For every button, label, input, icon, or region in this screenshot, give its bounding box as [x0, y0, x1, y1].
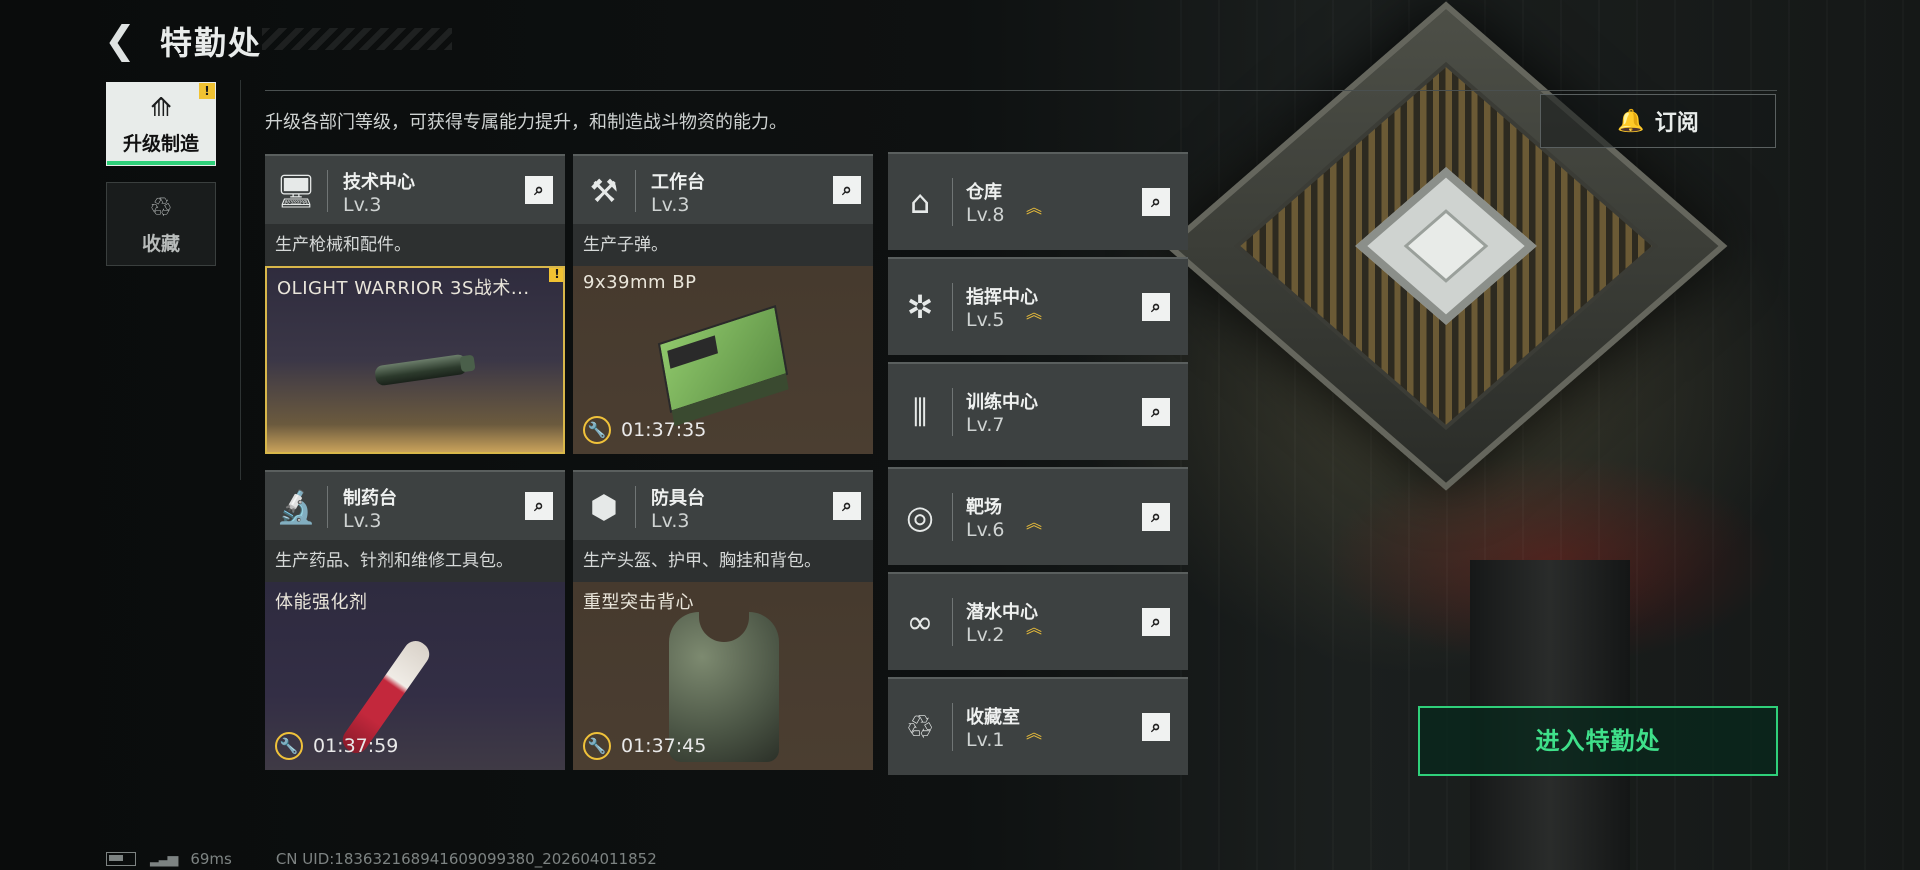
facility-level: Lv.3 [343, 510, 382, 532]
subscribe-button[interactable]: 🔔 订阅 [1540, 94, 1776, 148]
cubes-icon: ⬢ [590, 488, 618, 526]
wrench-icon: 🔧 [275, 732, 303, 760]
warehouse-icon: ⌂ [909, 183, 931, 221]
facility-name: 仓库 [966, 182, 1002, 203]
uid-text: CN UID:18363216894160909​9380_2026040118… [275, 850, 657, 868]
diving-mask-icon: ∞ [906, 603, 934, 641]
search-icon[interactable]: ⌕ [1142, 608, 1170, 636]
production-item-slot[interactable]: OLIGHT WARRIOR 3S战术... ! [265, 266, 565, 454]
search-icon[interactable]: ⌕ [1142, 503, 1170, 531]
ammo-box-image [657, 305, 789, 413]
page-description: 升级各部门等级，可获得专属能力提升，和制造战斗物资的能力。 [265, 112, 787, 133]
facility-level: Lv.3 [343, 194, 382, 216]
ping-value: 69ms [190, 850, 232, 868]
signal-icon: ▂▃▅ [150, 851, 178, 867]
production-card-pharmacy[interactable]: 🔬 制药台 Lv.3 ⌕ 生产药品、针剂和维修工具包。 体能强化剂 🔧 01:3… [265, 470, 565, 770]
production-card-armor[interactable]: ⬢ 防具台 Lv.3 ⌕ 生产头盔、护甲、胸挂和背包。 重型突击背心 🔧 01:… [573, 470, 873, 770]
facility-level: Lv.3 [651, 194, 690, 216]
enter-special-ops-button[interactable]: 进入特勤处 [1418, 706, 1778, 776]
tab-upgrade-craft[interactable]: ⟰ 升级制造 ! [106, 82, 216, 166]
upgrade-chevron-icon: ︽ [1026, 303, 1043, 322]
wrench-icon: 🔧 [583, 416, 611, 444]
production-card-tech-center[interactable]: 🖥 技术中心 Lv.3 ⌕ 生产枪械和配件。 OLIGHT WARRIOR 3S… [265, 154, 565, 454]
search-icon[interactable]: ⌕ [1142, 713, 1170, 741]
facility-desc: 生产枪械和配件。 [265, 224, 565, 266]
facility-level: Lv.2 [966, 624, 1005, 646]
production-timer: 🔧 01:37:59 [275, 732, 398, 760]
facility-level: Lv.5 [966, 309, 1005, 331]
alert-badge: ! [199, 83, 215, 99]
target-icon: ◎ [906, 498, 934, 536]
status-footer: ▂▃▅ 69ms CN UID:18363216894160909​9380_2… [106, 850, 657, 868]
facility-warehouse[interactable]: ⌂ 仓库 Lv.8 ︽ ⌕ [888, 152, 1188, 250]
facility-name: 收藏室 [966, 707, 1020, 728]
upgrade-chevron-icon: ︽ [1026, 723, 1043, 742]
facility-level: Lv.6 [966, 519, 1005, 541]
tab-label: 收藏 [141, 233, 180, 255]
collection-bin-icon: ♲ [905, 708, 935, 746]
facility-desc: 生产药品、针剂和维修工具包。 [265, 540, 565, 582]
facility-name: 制药台 [343, 488, 397, 509]
search-icon[interactable]: ⌕ [1142, 188, 1170, 216]
item-name: 体能强化剂 [275, 592, 368, 613]
facility-level: Lv.3 [651, 510, 690, 532]
upgrade-arrow-icon: ⟰ [150, 93, 172, 123]
back-chevron-icon[interactable]: ❮ [104, 20, 144, 60]
flashlight-image [374, 353, 468, 387]
search-icon[interactable]: ⌕ [1142, 293, 1170, 321]
upgrade-chevron-icon: ︽ [1026, 198, 1043, 217]
production-card-workbench[interactable]: ⚒ 工作台 Lv.3 ⌕ 生产子弹。 9x39mm BP 🔧 01:37:35 [573, 154, 873, 454]
facility-name: 技术中心 [343, 172, 415, 193]
bell-icon: 🔔 [1617, 108, 1645, 134]
monitor-icon: 🖥 [275, 172, 317, 210]
divider [265, 90, 1777, 91]
facility-name: 训练中心 [966, 392, 1038, 413]
facility-diving-center[interactable]: ∞ 潜水中心 Lv.2 ︽ ⌕ [888, 572, 1188, 670]
battery-icon [106, 852, 136, 866]
alert-badge: ! [549, 268, 563, 282]
upgrade-chevron-icon: ︽ [1026, 618, 1043, 637]
facility-level: Lv.7 [966, 414, 1005, 436]
facility-command-center[interactable]: ✲ 指挥中心 Lv.5 ︽ ⌕ [888, 257, 1188, 355]
facility-desc: 生产子弹。 [573, 224, 873, 266]
collection-icon: ♲ [149, 193, 173, 223]
production-timer: 🔧 01:37:45 [583, 732, 706, 760]
page-title: 特勤处 [160, 24, 263, 62]
production-timer: 🔧 01:37:35 [583, 416, 706, 444]
production-item-slot[interactable]: 体能强化剂 🔧 01:37:59 [265, 582, 565, 770]
microscope-icon: 🔬 [276, 488, 316, 526]
facility-collection-room[interactable]: ♲ 收藏室 Lv.1 ︽ ⌕ [888, 677, 1188, 775]
item-name: OLIGHT WARRIOR 3S战术... [277, 278, 530, 299]
tools-icon: ⚒ [589, 172, 619, 210]
search-icon[interactable]: ⌕ [525, 176, 553, 204]
production-item-slot[interactable]: 9x39mm BP 🔧 01:37:35 [573, 266, 873, 454]
facility-training-center[interactable]: ⫼ 训练中心 Lv.7 ⌕ [888, 362, 1188, 460]
facility-level: Lv.1 [966, 729, 1005, 751]
facility-name: 工作台 [651, 172, 705, 193]
production-item-slot[interactable]: 重型突击背心 🔧 01:37:45 [573, 582, 873, 770]
wrench-icon: 🔧 [583, 732, 611, 760]
subscribe-label: 订阅 [1654, 111, 1699, 136]
tab-collection[interactable]: ♲ 收藏 [106, 182, 216, 266]
divider [240, 80, 241, 480]
title-decoration [262, 28, 452, 50]
search-icon[interactable]: ⌕ [833, 176, 861, 204]
dumbbell-icon: ⫼ [912, 393, 928, 431]
search-icon[interactable]: ⌕ [833, 492, 861, 520]
item-name: 9x39mm BP [583, 272, 697, 293]
search-icon[interactable]: ⌕ [525, 492, 553, 520]
facility-desc: 生产头盔、护甲、胸挂和背包。 [573, 540, 873, 582]
search-icon[interactable]: ⌕ [1142, 398, 1170, 426]
facility-shooting-range[interactable]: ◎ 靶场 Lv.6 ︽ ⌕ [888, 467, 1188, 565]
upgrade-chevron-icon: ︽ [1026, 513, 1043, 532]
facility-name: 靶场 [966, 497, 1002, 518]
facility-level: Lv.8 [966, 204, 1005, 226]
chip-icon: ✲ [906, 288, 934, 326]
tab-label: 升级制造 [122, 133, 199, 155]
facility-name: 防具台 [651, 488, 705, 509]
